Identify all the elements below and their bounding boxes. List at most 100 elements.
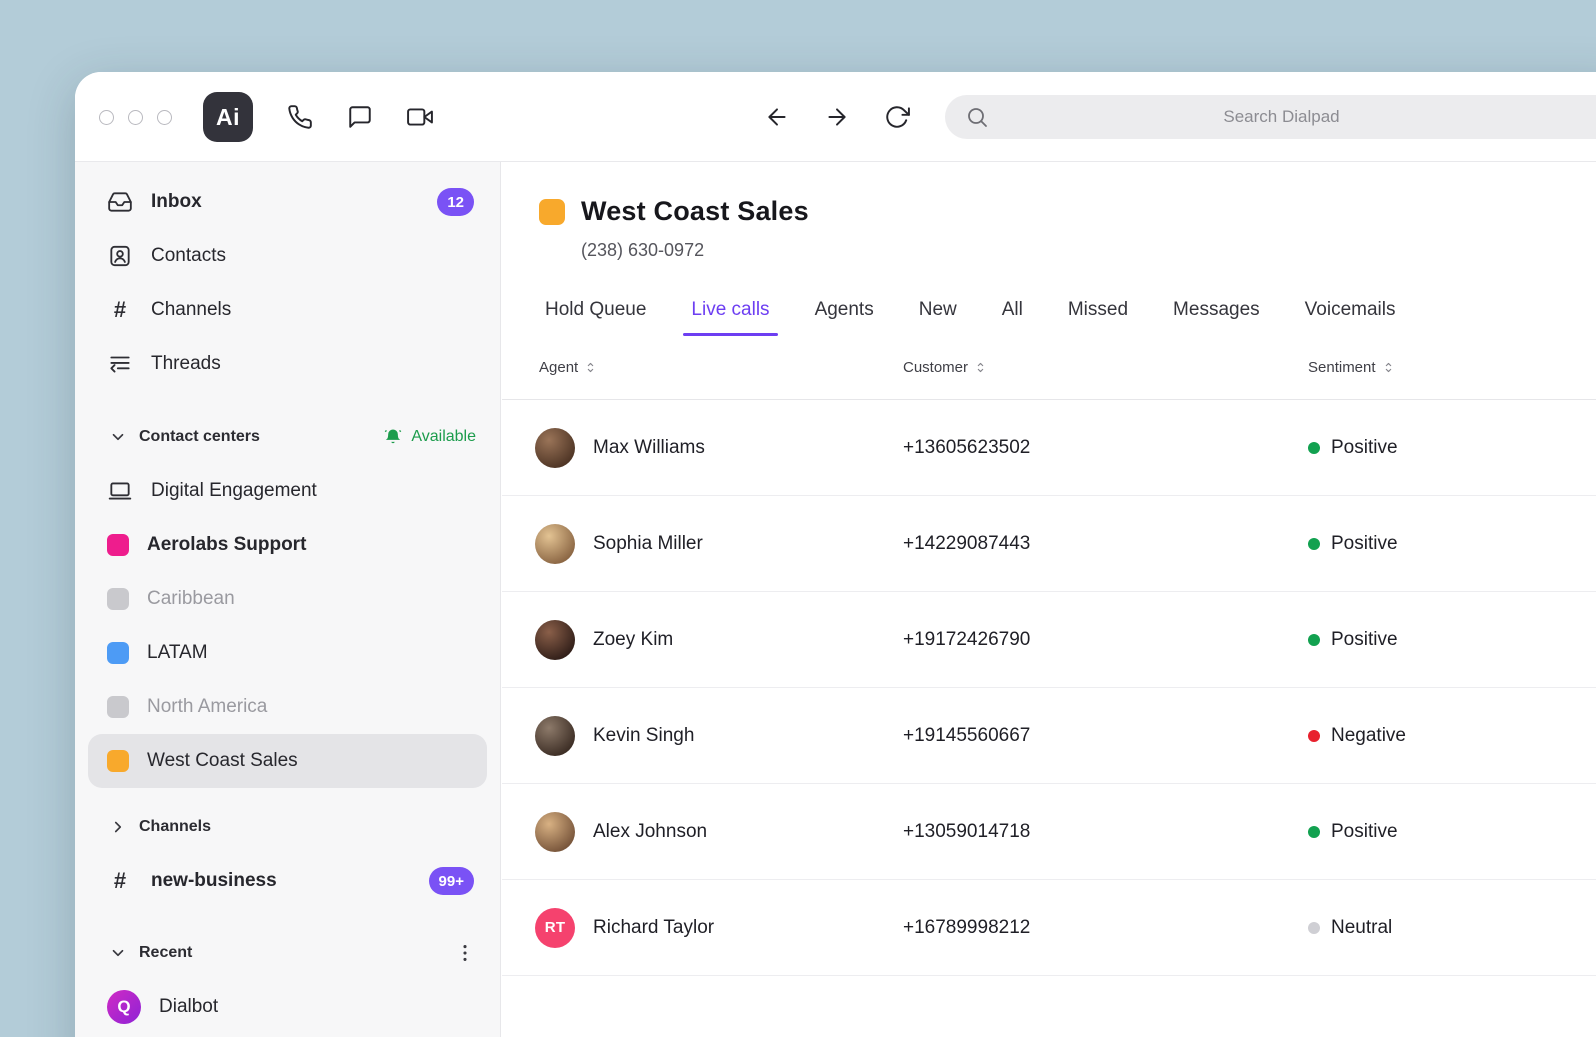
avatar [535,716,575,756]
sentiment-label: Positive [1331,533,1398,555]
sentiment-dot [1308,538,1320,550]
tab-new[interactable]: New [909,287,967,336]
sort-icon [973,360,988,375]
video-icon[interactable] [407,104,433,130]
search-icon [965,105,989,129]
laptop-icon [107,478,133,504]
tab-messages[interactable]: Messages [1163,287,1270,336]
channels-section-header[interactable]: Channels [75,800,500,854]
more-options-icon[interactable] [454,942,476,964]
phone-number: (238) 630-0972 [581,240,1596,261]
agent-name: Alex Johnson [593,821,707,843]
sentiment-cell: Negative [1308,725,1596,747]
avatar [535,524,575,564]
avatar [535,428,575,468]
sidebar-item-label: West Coast Sales [147,750,298,772]
sentiment-cell: Positive [1308,821,1596,843]
table-row[interactable]: Zoey Kim +19172426790 Positive [502,592,1596,688]
avatar: RT [535,908,575,948]
sidebar-item-channels[interactable]: # Channels [75,283,500,337]
sidebar-item-label: Inbox [151,191,202,213]
close-window-button[interactable] [99,110,114,125]
contact-centers-label: Contact centers [139,428,260,446]
contact-center-color-swatch [107,534,129,556]
sidebar-item-label: LATAM [147,642,208,664]
sentiment-label: Positive [1331,821,1398,843]
sidebar-item-dialbot[interactable]: Q Dialbot [75,980,500,1034]
sentiment-dot [1308,922,1320,934]
customer-number: +14229087443 [903,533,1308,555]
messages-icon[interactable] [347,104,373,130]
back-icon[interactable] [764,104,790,130]
forward-icon[interactable] [824,104,850,130]
agent-cell: Max Williams [502,428,903,468]
sidebar-item-label: Aerolabs Support [147,534,306,556]
table-header: Agent Customer Sentiment [502,336,1596,400]
maximize-window-button[interactable] [157,110,172,125]
tab-bar: Hold Queue Live calls Agents New All Mis… [535,287,1596,336]
sentiment-cell: Positive [1308,533,1596,555]
titlebar: Ai [75,72,1596,162]
sentiment-label: Positive [1331,437,1398,459]
hash-icon: # [107,868,133,894]
window-controls [99,110,172,125]
customer-number: +16789998212 [903,917,1308,939]
sidebar-item-new-business[interactable]: # new-business 99+ [75,854,500,908]
agent-name: Zoey Kim [593,629,673,651]
tab-live-calls[interactable]: Live calls [681,287,779,336]
sort-icon [583,360,598,375]
customer-number: +13059014718 [903,821,1308,843]
page-header: West Coast Sales [539,196,1596,227]
channel-unread-badge: 99+ [429,867,474,895]
sidebar-item-label: Caribbean [147,588,235,610]
tab-missed[interactable]: Missed [1058,287,1138,336]
bell-icon [383,427,403,447]
agent-cell: Sophia Miller [502,524,903,564]
customer-number: +13605623502 [903,437,1308,459]
column-header-customer[interactable]: Customer [903,359,1308,376]
sentiment-dot [1308,442,1320,454]
availability-status[interactable]: Available [383,427,476,447]
column-header-sentiment[interactable]: Sentiment [1308,359,1596,376]
search-bar[interactable] [945,95,1596,139]
column-header-agent[interactable]: Agent [502,359,903,376]
sidebar-item-contacts[interactable]: Contacts [75,229,500,283]
tab-all[interactable]: All [992,287,1033,336]
recent-section-header[interactable]: Recent [75,926,500,980]
table-row[interactable]: RT Richard Taylor +16789998212 Neutral [502,880,1596,976]
sidebar-item-west-coast-sales[interactable]: West Coast Sales [88,734,487,788]
sidebar-item-threads[interactable]: Threads [75,337,500,391]
avatar [535,812,575,852]
dialpad-ai-logo: Ai [203,92,253,142]
table-row[interactable]: Sophia Miller +14229087443 Positive [502,496,1596,592]
customer-number: +19145560667 [903,725,1308,747]
phone-icon[interactable] [287,104,313,130]
table-row[interactable]: Alex Johnson +13059014718 Positive [502,784,1596,880]
sidebar-item-label: Dialbot [159,996,218,1018]
sentiment-cell: Positive [1308,629,1596,651]
sidebar-item-label: North America [147,696,267,718]
hash-icon: # [107,297,133,323]
refresh-icon[interactable] [884,104,910,130]
sidebar-item-latam[interactable]: LATAM [75,626,500,680]
minimize-window-button[interactable] [128,110,143,125]
sidebar-item-caribbean[interactable]: Caribbean [75,572,500,626]
sidebar-item-inbox[interactable]: Inbox 12 [75,175,500,229]
search-input[interactable] [945,95,1596,139]
contact-centers-header[interactable]: Contact centers Available [75,410,500,464]
sidebar-item-north-america[interactable]: North America [75,680,500,734]
customer-number: +19172426790 [903,629,1308,651]
chevron-down-icon [109,944,127,962]
agent-cell: Zoey Kim [502,620,903,660]
table-row[interactable]: Max Williams +13605623502 Positive [502,400,1596,496]
tab-voicemails[interactable]: Voicemails [1295,287,1406,336]
sidebar-item-digital-engagement[interactable]: Digital Engagement [75,464,500,518]
tab-agents[interactable]: Agents [805,287,884,336]
column-label: Sentiment [1308,359,1376,376]
sidebar-item-aerolabs-support[interactable]: Aerolabs Support [75,518,500,572]
sidebar-item-label: Channels [151,299,231,321]
sort-icon [1381,360,1396,375]
tab-hold-queue[interactable]: Hold Queue [535,287,656,336]
avatar [535,620,575,660]
table-row[interactable]: Kevin Singh +19145560667 Negative [502,688,1596,784]
